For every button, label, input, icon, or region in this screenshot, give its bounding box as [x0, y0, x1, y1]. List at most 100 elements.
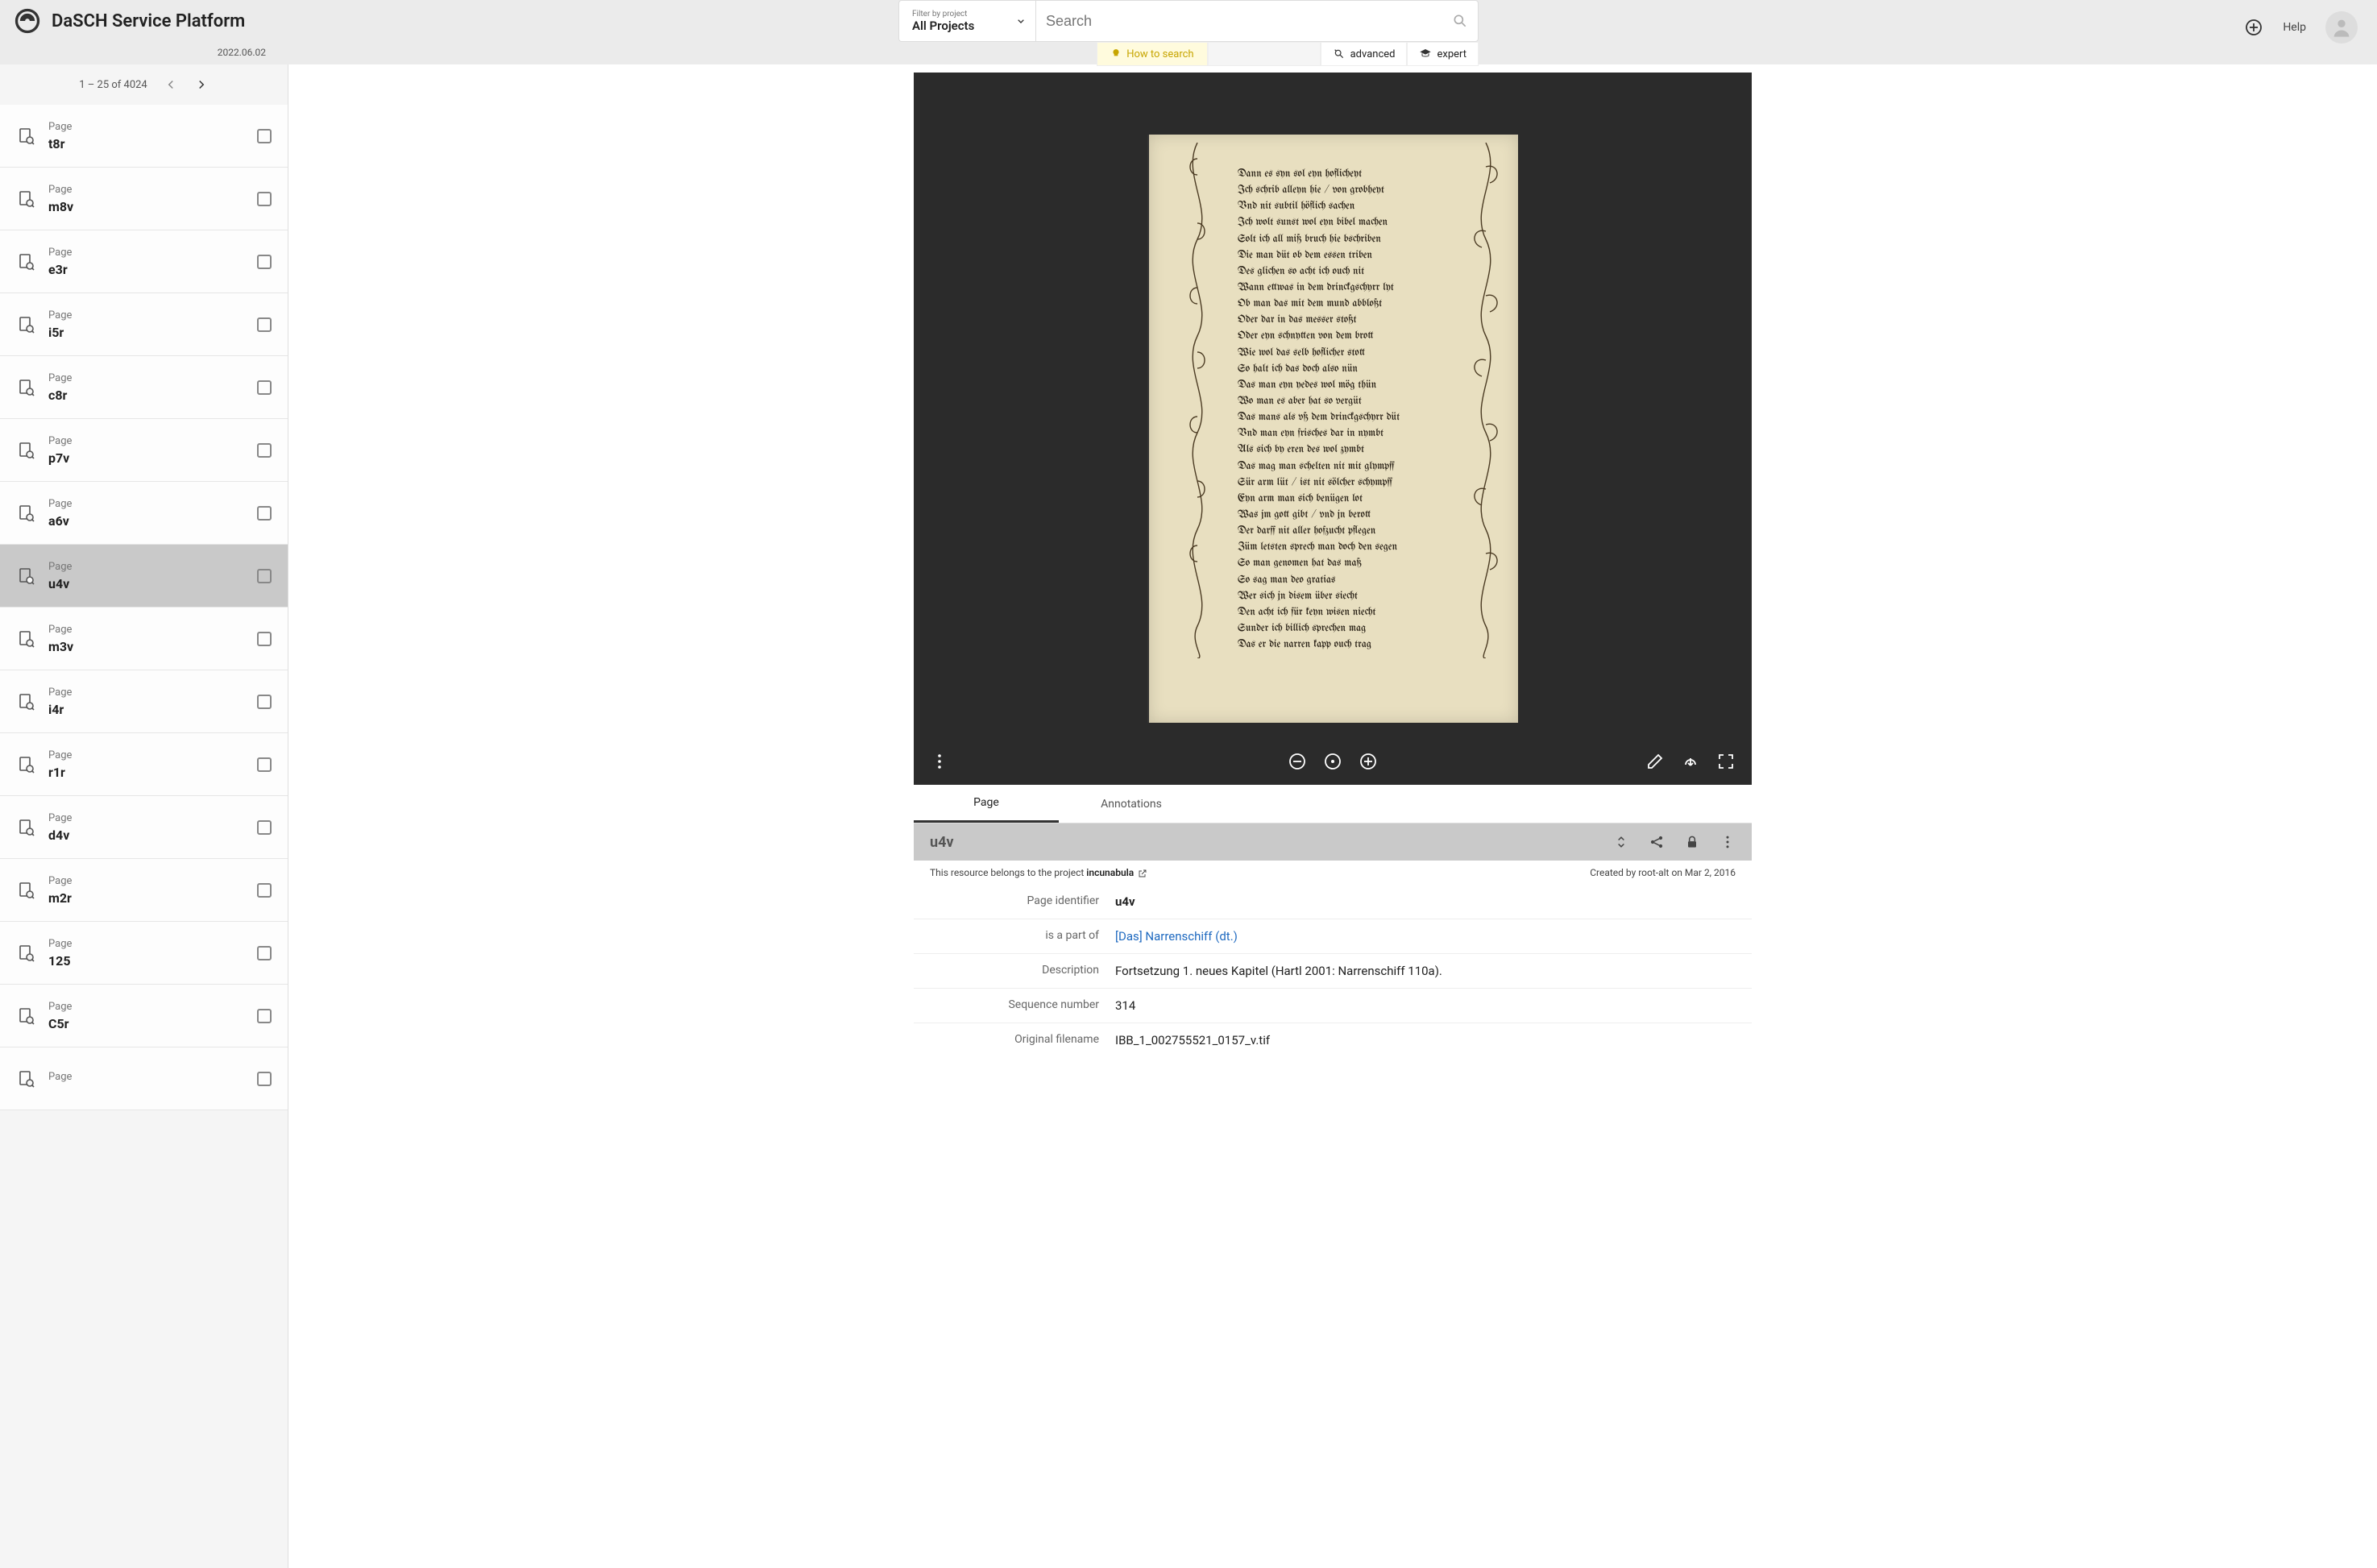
- list-item[interactable]: Page: [0, 1047, 288, 1110]
- property-label: is a part of: [914, 929, 1115, 944]
- how-to-label: How to search: [1126, 48, 1193, 60]
- advanced-label: advanced: [1350, 48, 1396, 60]
- list-item[interactable]: Page m3v: [0, 608, 288, 670]
- resource-more-icon[interactable]: [1719, 834, 1736, 850]
- pager-prev-icon[interactable]: [164, 77, 178, 92]
- image-viewer[interactable]: Dann es syn sol eyn hoflicheytIch schrib…: [914, 73, 1752, 785]
- results-sidebar: 1 – 25 of 4024 Page t8r Page m8v Page e3…: [0, 64, 288, 1568]
- resource-header: u4v: [914, 823, 1752, 861]
- item-checkbox[interactable]: [257, 569, 272, 583]
- property-value: IBB_1_002755521_0157_v.tif: [1115, 1033, 1752, 1047]
- item-checkbox[interactable]: [257, 757, 272, 772]
- list-item[interactable]: Page e3r: [0, 230, 288, 293]
- created-label: Created by root-alt on Mar 2, 2016: [1590, 867, 1736, 878]
- bulb-icon: [1110, 48, 1122, 60]
- item-title: p7v: [48, 450, 244, 466]
- item-type: Page: [48, 1071, 244, 1083]
- how-to-search-link[interactable]: How to search: [1097, 42, 1207, 66]
- expert-icon: [1419, 48, 1432, 60]
- list-item[interactable]: Page i5r: [0, 293, 288, 356]
- brand-title: DaSCH Service Platform: [52, 11, 245, 31]
- item-checkbox[interactable]: [257, 1009, 272, 1023]
- item-checkbox[interactable]: [257, 1072, 272, 1086]
- zoom-out-icon[interactable]: [1288, 752, 1307, 771]
- add-icon[interactable]: [2244, 18, 2263, 37]
- zoom-in-icon[interactable]: [1359, 752, 1378, 771]
- advanced-search-link[interactable]: advanced: [1321, 42, 1408, 66]
- page-icon: [16, 692, 35, 711]
- results-list: Page t8r Page m8v Page e3r Page i5r Page…: [0, 105, 288, 1568]
- item-title: m8v: [48, 199, 244, 214]
- list-item[interactable]: Page r1r: [0, 733, 288, 796]
- ornament-right: [1462, 143, 1510, 658]
- list-item[interactable]: Page 125: [0, 922, 288, 985]
- properties: Page identifier u4v is a part of [Das] N…: [914, 885, 1752, 1057]
- search-input[interactable]: [1046, 13, 1452, 30]
- fullscreen-icon[interactable]: [1716, 752, 1736, 771]
- property-label: Original filename: [914, 1033, 1115, 1047]
- lock-icon[interactable]: [1684, 834, 1700, 850]
- property-value: 314: [1115, 998, 1752, 1013]
- edit-icon[interactable]: [1645, 752, 1665, 771]
- item-type: Page: [48, 247, 244, 259]
- viewer-more-icon[interactable]: [930, 752, 949, 771]
- list-item[interactable]: Page c8r: [0, 356, 288, 419]
- avatar[interactable]: [2325, 11, 2358, 44]
- expand-icon[interactable]: [1613, 834, 1629, 850]
- expert-search-link[interactable]: expert: [1407, 42, 1479, 66]
- search-block: Filter by project All Projects How to se…: [898, 0, 1479, 66]
- item-type: Page: [48, 1001, 244, 1013]
- share-icon[interactable]: [1649, 834, 1665, 850]
- page-icon: [16, 441, 35, 460]
- zoom-reset-icon[interactable]: [1323, 752, 1342, 771]
- list-item[interactable]: Page d4v: [0, 796, 288, 859]
- property-value[interactable]: [Das] Narrenschiff (dt.): [1115, 929, 1752, 944]
- item-type: Page: [48, 372, 244, 384]
- page-icon: [16, 504, 35, 523]
- list-item[interactable]: Page C5r: [0, 985, 288, 1047]
- item-checkbox[interactable]: [257, 317, 272, 332]
- download-icon[interactable]: [1681, 752, 1700, 771]
- item-checkbox[interactable]: [257, 255, 272, 269]
- item-checkbox[interactable]: [257, 443, 272, 458]
- item-checkbox[interactable]: [257, 632, 272, 646]
- advanced-icon: [1333, 48, 1346, 60]
- list-item[interactable]: Page t8r: [0, 105, 288, 168]
- property-label: Page identifier: [914, 894, 1115, 909]
- item-checkbox[interactable]: [257, 506, 272, 521]
- property-label: Description: [914, 964, 1115, 978]
- pager-next-icon[interactable]: [194, 77, 209, 92]
- belongs-project-link[interactable]: incunabula: [1086, 867, 1134, 878]
- page-icon: [16, 1069, 35, 1089]
- property-label: Sequence number: [914, 998, 1115, 1013]
- list-item[interactable]: Page m2r: [0, 859, 288, 922]
- property-row: Description Fortsetzung 1. neues Kapitel…: [914, 953, 1752, 988]
- item-checkbox[interactable]: [257, 380, 272, 395]
- list-item[interactable]: Page m8v: [0, 168, 288, 230]
- list-item[interactable]: Page p7v: [0, 419, 288, 482]
- item-checkbox[interactable]: [257, 192, 272, 206]
- project-filter[interactable]: Filter by project All Projects: [898, 0, 1035, 42]
- tab-page[interactable]: Page: [914, 785, 1059, 823]
- resource-meta: This resource belongs to the project inc…: [914, 861, 1752, 885]
- search-icon[interactable]: [1452, 13, 1468, 29]
- list-item[interactable]: Page i4r: [0, 670, 288, 733]
- item-checkbox[interactable]: [257, 946, 272, 960]
- page-icon: [16, 189, 35, 209]
- help-link[interactable]: Help: [2283, 21, 2306, 34]
- tab-annotations[interactable]: Annotations: [1059, 785, 1204, 823]
- item-title: d4v: [48, 828, 244, 843]
- item-checkbox[interactable]: [257, 820, 272, 835]
- belongs-prefix: This resource belongs to the project: [930, 867, 1086, 878]
- property-value: u4v: [1115, 894, 1752, 909]
- logo-icon: [13, 6, 42, 35]
- item-type: Page: [48, 687, 244, 699]
- item-checkbox[interactable]: [257, 883, 272, 898]
- item-checkbox[interactable]: [257, 129, 272, 143]
- item-title: u4v: [48, 576, 244, 591]
- page-icon: [16, 315, 35, 334]
- list-item[interactable]: Page a6v: [0, 482, 288, 545]
- page-icon: [16, 881, 35, 900]
- item-checkbox[interactable]: [257, 695, 272, 709]
- list-item[interactable]: Page u4v: [0, 545, 288, 608]
